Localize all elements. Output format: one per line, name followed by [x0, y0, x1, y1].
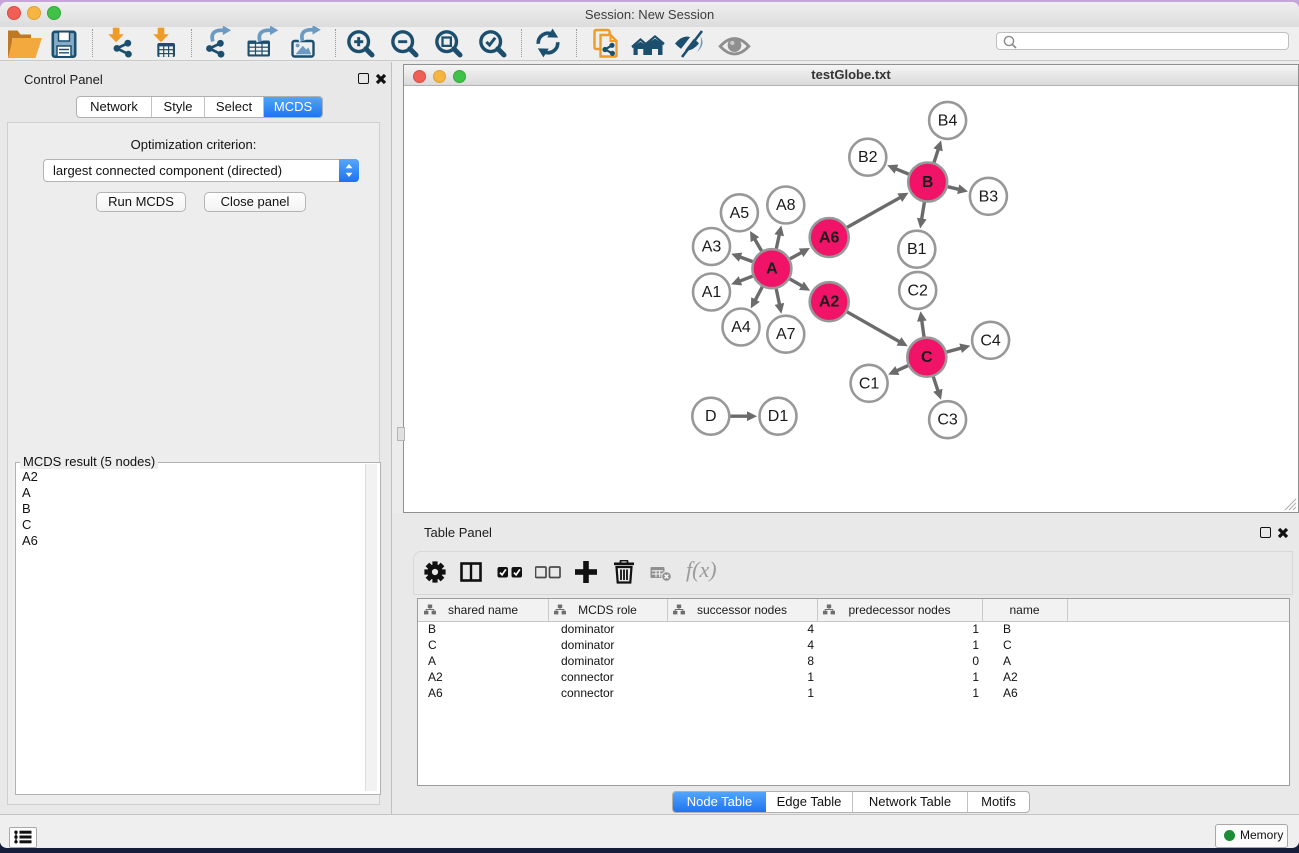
svg-text:C3: C3: [937, 412, 958, 429]
svg-text:A1: A1: [702, 284, 722, 301]
svg-text:B: B: [922, 174, 934, 191]
svg-text:A6: A6: [819, 230, 840, 247]
svg-text:A5: A5: [730, 205, 750, 222]
svg-text:A7: A7: [776, 326, 796, 343]
svg-text:A2: A2: [819, 294, 840, 311]
svg-text:B3: B3: [979, 188, 999, 205]
svg-text:C2: C2: [907, 282, 928, 299]
svg-text:B1: B1: [907, 241, 927, 258]
svg-text:D: D: [705, 408, 717, 425]
svg-text:C4: C4: [980, 332, 1001, 349]
svg-text:D1: D1: [768, 408, 789, 425]
svg-text:A8: A8: [776, 197, 796, 214]
svg-text:B2: B2: [858, 149, 878, 166]
svg-text:C1: C1: [859, 375, 880, 392]
svg-text:C: C: [921, 349, 933, 366]
svg-text:A3: A3: [702, 239, 722, 256]
svg-text:A: A: [766, 261, 778, 278]
svg-text:B4: B4: [938, 112, 958, 129]
svg-text:A4: A4: [731, 319, 751, 336]
